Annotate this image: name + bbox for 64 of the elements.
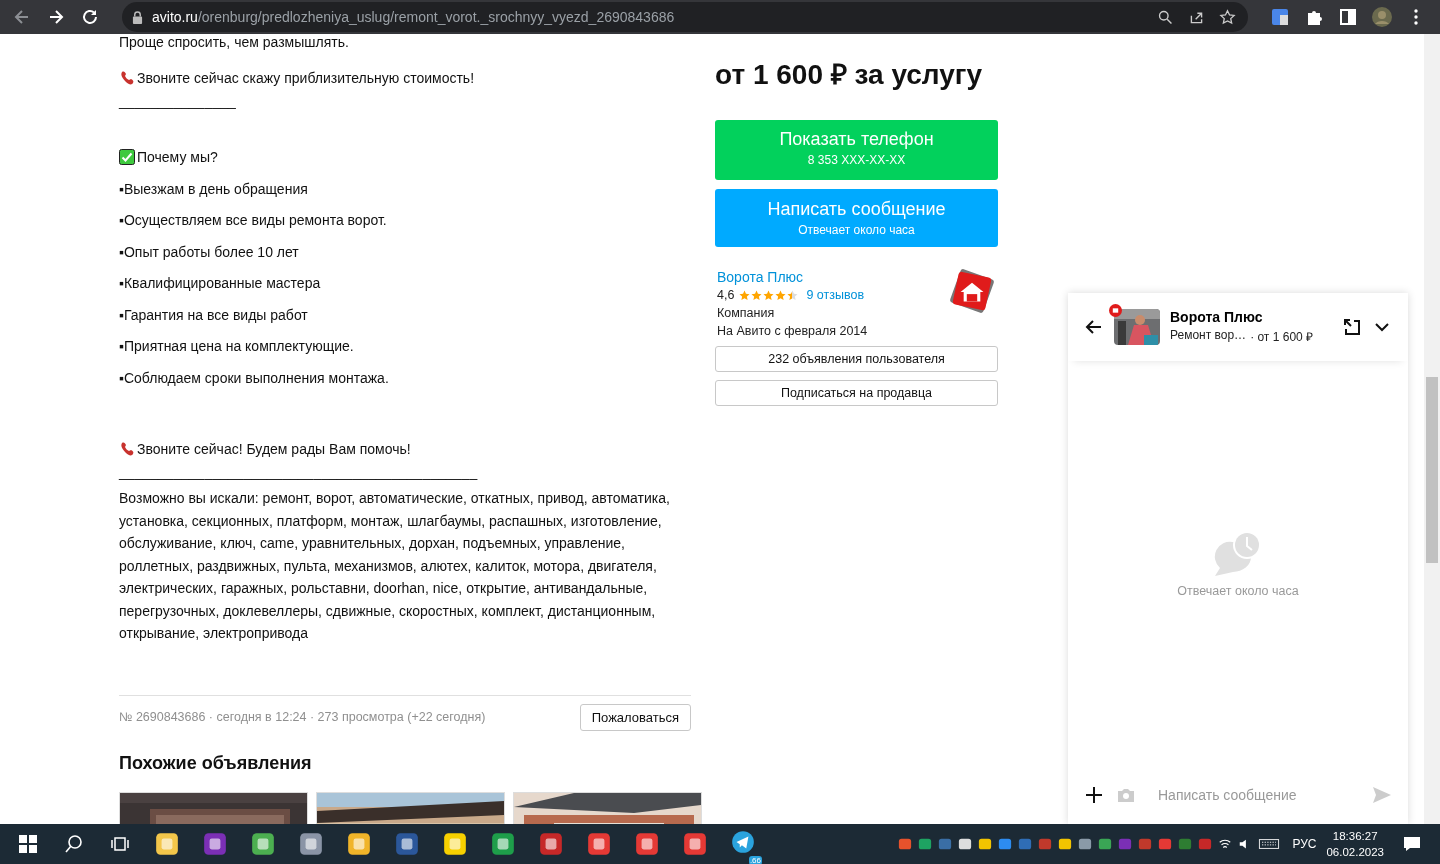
windows-icon[interactable] bbox=[18, 834, 38, 854]
chat-title: Ворота Плюс bbox=[1170, 309, 1264, 325]
tray-icon[interactable] bbox=[1078, 837, 1093, 851]
seller-link[interactable]: Ворота Плюс bbox=[717, 269, 804, 285]
description-text: Звоните сейчас скажу приблизительную стоимость! bbox=[137, 69, 475, 86]
lock-icon bbox=[132, 10, 143, 24]
telegram-icon[interactable] bbox=[730, 829, 756, 855]
description-heading: Почему мы? bbox=[137, 149, 218, 166]
chat-price: · от 1 600 ₽ bbox=[1250, 329, 1314, 345]
underline-text: ______________________________________________ bbox=[119, 465, 479, 482]
section-title: Похожие объявления bbox=[119, 752, 313, 774]
url-text: avito.ru/orenburg/predlozheniya_uslug/remont_vorot._srochnyy_vyezd_2690843686 bbox=[152, 9, 675, 25]
list-item: ▪Квалифицированные мастера bbox=[119, 274, 322, 294]
search-icon[interactable] bbox=[64, 834, 84, 854]
address-bar[interactable]: avito.ru/orenburg/predlozheniya_uslug/remont_vorot._srochnyy_vyezd_2690843686 bbox=[122, 2, 1248, 32]
empty-state-text: Отвечает около часа bbox=[1177, 583, 1299, 598]
list-item: ▪Соблюдаем сроки выполнения монтажа. bbox=[119, 368, 390, 388]
listing-meta: № 2690843686 · сегодня в 12:24 · 273 просмотра (+22 сегодня) bbox=[119, 710, 486, 724]
seller-since: На Авито с февраля 2014 bbox=[717, 324, 868, 338]
badge-icon bbox=[1109, 304, 1122, 317]
clock-time[interactable]: 18:36:27 bbox=[1332, 828, 1378, 844]
tray-icon[interactable] bbox=[1098, 837, 1113, 851]
phone-icon bbox=[119, 69, 135, 86]
task-view-icon[interactable] bbox=[110, 834, 130, 854]
seller-type: Компания bbox=[717, 306, 776, 320]
list-item: ▪Приятная цена на комплектующие. bbox=[119, 337, 355, 357]
language-indicator[interactable]: РУС bbox=[1292, 837, 1317, 851]
rating-value: 4,6 bbox=[717, 288, 735, 302]
clock-date[interactable]: 06.02.2023 bbox=[1326, 844, 1384, 860]
star-icon[interactable] bbox=[1219, 8, 1236, 26]
seller-button[interactable]: 232 объявления пользователя bbox=[715, 346, 998, 372]
wifi-icon[interactable] bbox=[1218, 837, 1233, 851]
seller-button[interactable]: Подписаться на продавца bbox=[715, 380, 998, 406]
check-icon bbox=[119, 149, 135, 166]
app-icon[interactable] bbox=[298, 831, 324, 857]
underline-text: _______________ bbox=[119, 93, 237, 111]
description-text: Проще спросить, чем размышлять. bbox=[119, 34, 350, 50]
chat-item: Ремонт вор… bbox=[1170, 328, 1247, 344]
plus-icon[interactable] bbox=[1084, 785, 1104, 805]
translate-icon[interactable] bbox=[1270, 7, 1290, 27]
list-item: ▪Гарантия на все виды работ bbox=[119, 305, 309, 325]
sidebar-icon[interactable] bbox=[1338, 7, 1358, 27]
expand-icon[interactable] bbox=[1342, 317, 1362, 337]
zoom-icon[interactable] bbox=[1157, 8, 1174, 26]
tray-icon[interactable] bbox=[918, 837, 933, 851]
description-text: Звоните сейчас! Будем рады Вам помочь! bbox=[137, 441, 411, 458]
price: от 1 600 ₽ за услугу bbox=[715, 58, 984, 92]
notification-badge: .66 bbox=[748, 856, 762, 864]
keyboard-icon[interactable] bbox=[1258, 837, 1281, 851]
reload-icon[interactable] bbox=[80, 7, 100, 27]
tray-icon[interactable] bbox=[1058, 837, 1073, 851]
app-icon[interactable] bbox=[538, 831, 564, 857]
reviews-link[interactable]: 9 отзывов bbox=[806, 288, 865, 302]
tray-icon[interactable] bbox=[958, 837, 973, 851]
list-item: ▪Опыт работы более 10 лет bbox=[119, 242, 300, 262]
list-item: ▪Осуществляем все виды ремонта ворот. bbox=[119, 211, 388, 231]
tray-icon[interactable] bbox=[978, 837, 993, 851]
keywords-paragraph: Возможно вы искали: ремонт, ворот, автоматические, откатных, привод, автоматика, установка, секционных, платформ, монтаж, шлагбаумы, распашных, изготовление, обслуживание, ключ, came, уравнительных, дорхан, подъемных, управление, роллетных, раздвижных, пульта, механизмов, алютех, калиток, мотора, двигателя, электрических, гаражных, рольставни, doorhan, nice, открытие, антивандальные, перегрузочных, доклевеллеры, сдвижные, скоростных, комплект, дистанционным, открывание, электропривода bbox=[119, 489, 671, 643]
avatar-icon[interactable] bbox=[1372, 7, 1392, 27]
notifications-icon[interactable] bbox=[1402, 834, 1422, 854]
phone-icon bbox=[119, 441, 135, 458]
list-item: ▪Выезжам в день обращения bbox=[119, 179, 309, 199]
scrollbar[interactable] bbox=[1424, 34, 1440, 824]
report-button[interactable]: Пожаловаться bbox=[579, 703, 691, 731]
